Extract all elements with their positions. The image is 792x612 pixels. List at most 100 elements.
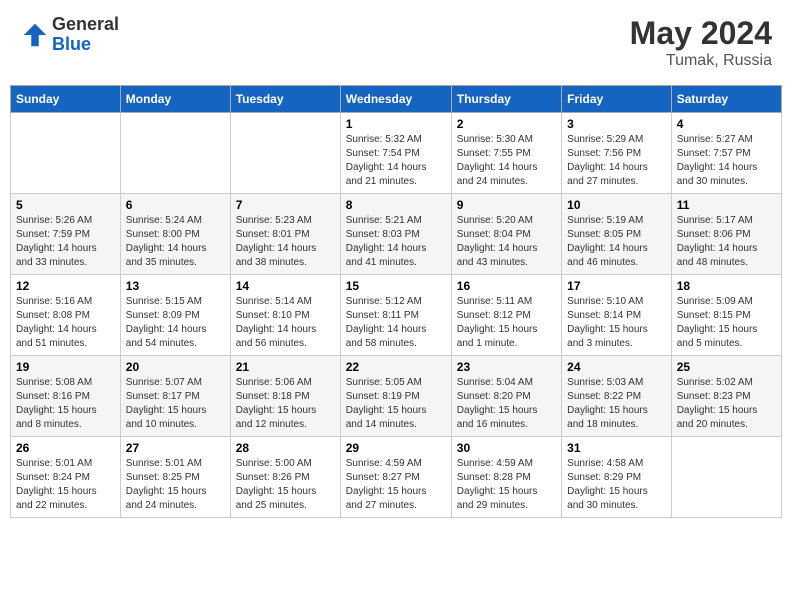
day-number: 3 bbox=[567, 117, 666, 131]
logo-icon bbox=[20, 20, 50, 50]
day-number: 4 bbox=[677, 117, 776, 131]
calendar-cell bbox=[11, 113, 121, 194]
day-number: 14 bbox=[236, 279, 335, 293]
day-number: 17 bbox=[567, 279, 666, 293]
calendar-header-monday: Monday bbox=[120, 86, 230, 113]
day-info: Sunrise: 5:05 AM Sunset: 8:19 PM Dayligh… bbox=[346, 376, 446, 432]
day-number: 10 bbox=[567, 198, 666, 212]
day-info: Sunrise: 5:12 AM Sunset: 8:11 PM Dayligh… bbox=[346, 295, 446, 351]
day-info: Sunrise: 5:17 AM Sunset: 8:06 PM Dayligh… bbox=[677, 214, 776, 270]
day-info: Sunrise: 5:27 AM Sunset: 7:57 PM Dayligh… bbox=[677, 133, 776, 189]
calendar-week-0: 1 Sunrise: 5:32 AM Sunset: 7:54 PM Daylig… bbox=[11, 113, 782, 194]
calendar-cell: 12 Sunrise: 5:16 AM Sunset: 8:08 PM Dayli… bbox=[11, 275, 121, 356]
calendar-week-4: 26 Sunrise: 5:01 AM Sunset: 8:24 PM Dayli… bbox=[11, 437, 782, 518]
day-number: 11 bbox=[677, 198, 776, 212]
page-header: General Blue May 2024 Tumak, Russia bbox=[10, 10, 782, 75]
calendar-cell: 4 Sunrise: 5:27 AM Sunset: 7:57 PM Daylig… bbox=[671, 113, 781, 194]
calendar-cell bbox=[120, 113, 230, 194]
day-info: Sunrise: 5:26 AM Sunset: 7:59 PM Dayligh… bbox=[16, 214, 115, 270]
calendar-cell: 11 Sunrise: 5:17 AM Sunset: 8:06 PM Dayli… bbox=[671, 194, 781, 275]
day-number: 28 bbox=[236, 441, 335, 455]
day-number: 9 bbox=[457, 198, 556, 212]
calendar-week-2: 12 Sunrise: 5:16 AM Sunset: 8:08 PM Dayli… bbox=[11, 275, 782, 356]
day-number: 22 bbox=[346, 360, 446, 374]
calendar-header-row: SundayMondayTuesdayWednesdayThursdayFrid… bbox=[11, 86, 782, 113]
calendar-cell: 9 Sunrise: 5:20 AM Sunset: 8:04 PM Daylig… bbox=[451, 194, 561, 275]
calendar-cell: 26 Sunrise: 5:01 AM Sunset: 8:24 PM Dayli… bbox=[11, 437, 121, 518]
day-info: Sunrise: 4:59 AM Sunset: 8:27 PM Dayligh… bbox=[346, 457, 446, 513]
day-info: Sunrise: 5:30 AM Sunset: 7:55 PM Dayligh… bbox=[457, 133, 556, 189]
calendar-week-1: 5Sunrise: 5:26 AM Sunset: 7:59 PM Daylig… bbox=[11, 194, 782, 275]
calendar-cell: 18 Sunrise: 5:09 AM Sunset: 8:15 PM Dayli… bbox=[671, 275, 781, 356]
calendar-cell: 22 Sunrise: 5:05 AM Sunset: 8:19 PM Dayli… bbox=[340, 356, 451, 437]
day-info: Sunrise: 5:14 AM Sunset: 8:10 PM Dayligh… bbox=[236, 295, 335, 351]
day-number: 1 bbox=[346, 117, 446, 131]
day-info: Sunrise: 5:19 AM Sunset: 8:05 PM Dayligh… bbox=[567, 214, 666, 270]
day-number: 12 bbox=[16, 279, 115, 293]
day-number: 13 bbox=[126, 279, 225, 293]
month-year-title: May 2024 bbox=[630, 15, 772, 52]
day-info: Sunrise: 5:24 AM Sunset: 8:00 PM Dayligh… bbox=[126, 214, 225, 270]
calendar-cell: 2Sunrise: 5:30 AM Sunset: 7:55 PM Daylig… bbox=[451, 113, 561, 194]
day-info: Sunrise: 5:29 AM Sunset: 7:56 PM Dayligh… bbox=[567, 133, 666, 189]
calendar-cell: 21Sunrise: 5:06 AM Sunset: 8:18 PM Dayli… bbox=[230, 356, 340, 437]
day-info: Sunrise: 5:01 AM Sunset: 8:24 PM Dayligh… bbox=[16, 457, 115, 513]
logo-blue: Blue bbox=[52, 35, 119, 55]
day-info: Sunrise: 5:01 AM Sunset: 8:25 PM Dayligh… bbox=[126, 457, 225, 513]
day-info: Sunrise: 5:11 AM Sunset: 8:12 PM Dayligh… bbox=[457, 295, 556, 351]
day-number: 26 bbox=[16, 441, 115, 455]
calendar-cell: 10 Sunrise: 5:19 AM Sunset: 8:05 PM Dayli… bbox=[562, 194, 672, 275]
day-number: 8 bbox=[346, 198, 446, 212]
calendar-cell: 7 Sunrise: 5:23 AM Sunset: 8:01 PM Daylig… bbox=[230, 194, 340, 275]
day-info: Sunrise: 5:07 AM Sunset: 8:17 PM Dayligh… bbox=[126, 376, 225, 432]
day-info: Sunrise: 5:20 AM Sunset: 8:04 PM Dayligh… bbox=[457, 214, 556, 270]
calendar-header-sunday: Sunday bbox=[11, 86, 121, 113]
day-number: 15 bbox=[346, 279, 446, 293]
day-info: Sunrise: 5:08 AM Sunset: 8:16 PM Dayligh… bbox=[16, 376, 115, 432]
calendar-cell: 25Sunrise: 5:02 AM Sunset: 8:23 PM Dayli… bbox=[671, 356, 781, 437]
calendar-header-saturday: Saturday bbox=[671, 86, 781, 113]
day-info: Sunrise: 4:59 AM Sunset: 8:28 PM Dayligh… bbox=[457, 457, 556, 513]
calendar-cell: 23Sunrise: 5:04 AM Sunset: 8:20 PM Dayli… bbox=[451, 356, 561, 437]
day-info: Sunrise: 5:06 AM Sunset: 8:18 PM Dayligh… bbox=[236, 376, 335, 432]
location-title: Tumak, Russia bbox=[630, 52, 772, 70]
calendar-cell bbox=[671, 437, 781, 518]
calendar-header-tuesday: Tuesday bbox=[230, 86, 340, 113]
calendar-cell: 19 Sunrise: 5:08 AM Sunset: 8:16 PM Dayli… bbox=[11, 356, 121, 437]
day-info: Sunrise: 5:16 AM Sunset: 8:08 PM Dayligh… bbox=[16, 295, 115, 351]
calendar-header-wednesday: Wednesday bbox=[340, 86, 451, 113]
day-info: Sunrise: 4:58 AM Sunset: 8:29 PM Dayligh… bbox=[567, 457, 666, 513]
title-block: May 2024 Tumak, Russia bbox=[630, 15, 772, 70]
calendar-cell: 20 Sunrise: 5:07 AM Sunset: 8:17 PM Dayli… bbox=[120, 356, 230, 437]
day-info: Sunrise: 5:23 AM Sunset: 8:01 PM Dayligh… bbox=[236, 214, 335, 270]
calendar-cell: 14 Sunrise: 5:14 AM Sunset: 8:10 PM Dayli… bbox=[230, 275, 340, 356]
calendar-cell: 30 Sunrise: 4:59 AM Sunset: 8:28 PM Dayli… bbox=[451, 437, 561, 518]
day-number: 16 bbox=[457, 279, 556, 293]
calendar-cell: 24Sunrise: 5:03 AM Sunset: 8:22 PM Dayli… bbox=[562, 356, 672, 437]
calendar-cell: 28 Sunrise: 5:00 AM Sunset: 8:26 PM Dayli… bbox=[230, 437, 340, 518]
day-info: Sunrise: 5:09 AM Sunset: 8:15 PM Dayligh… bbox=[677, 295, 776, 351]
calendar-cell: 1 Sunrise: 5:32 AM Sunset: 7:54 PM Daylig… bbox=[340, 113, 451, 194]
day-number: 18 bbox=[677, 279, 776, 293]
calendar-cell: 27 Sunrise: 5:01 AM Sunset: 8:25 PM Dayli… bbox=[120, 437, 230, 518]
day-number: 19 bbox=[16, 360, 115, 374]
day-number: 20 bbox=[126, 360, 225, 374]
day-number: 27 bbox=[126, 441, 225, 455]
day-number: 29 bbox=[346, 441, 446, 455]
calendar-cell: 16 Sunrise: 5:11 AM Sunset: 8:12 PM Dayli… bbox=[451, 275, 561, 356]
calendar-cell: 8Sunrise: 5:21 AM Sunset: 8:03 PM Daylig… bbox=[340, 194, 451, 275]
day-number: 7 bbox=[236, 198, 335, 212]
day-info: Sunrise: 5:15 AM Sunset: 8:09 PM Dayligh… bbox=[126, 295, 225, 351]
day-info: Sunrise: 5:32 AM Sunset: 7:54 PM Dayligh… bbox=[346, 133, 446, 189]
calendar-table: SundayMondayTuesdayWednesdayThursdayFrid… bbox=[10, 85, 782, 518]
calendar-cell: 31Sunrise: 4:58 AM Sunset: 8:29 PM Dayli… bbox=[562, 437, 672, 518]
day-number: 30 bbox=[457, 441, 556, 455]
calendar-cell: 6Sunrise: 5:24 AM Sunset: 8:00 PM Daylig… bbox=[120, 194, 230, 275]
day-info: Sunrise: 5:00 AM Sunset: 8:26 PM Dayligh… bbox=[236, 457, 335, 513]
calendar-week-3: 19 Sunrise: 5:08 AM Sunset: 8:16 PM Dayli… bbox=[11, 356, 782, 437]
calendar-cell: 13 Sunrise: 5:15 AM Sunset: 8:09 PM Dayli… bbox=[120, 275, 230, 356]
day-number: 25 bbox=[677, 360, 776, 374]
calendar-cell: 15 Sunrise: 5:12 AM Sunset: 8:11 PM Dayli… bbox=[340, 275, 451, 356]
calendar-cell: 29 Sunrise: 4:59 AM Sunset: 8:27 PM Dayli… bbox=[340, 437, 451, 518]
day-number: 24 bbox=[567, 360, 666, 374]
